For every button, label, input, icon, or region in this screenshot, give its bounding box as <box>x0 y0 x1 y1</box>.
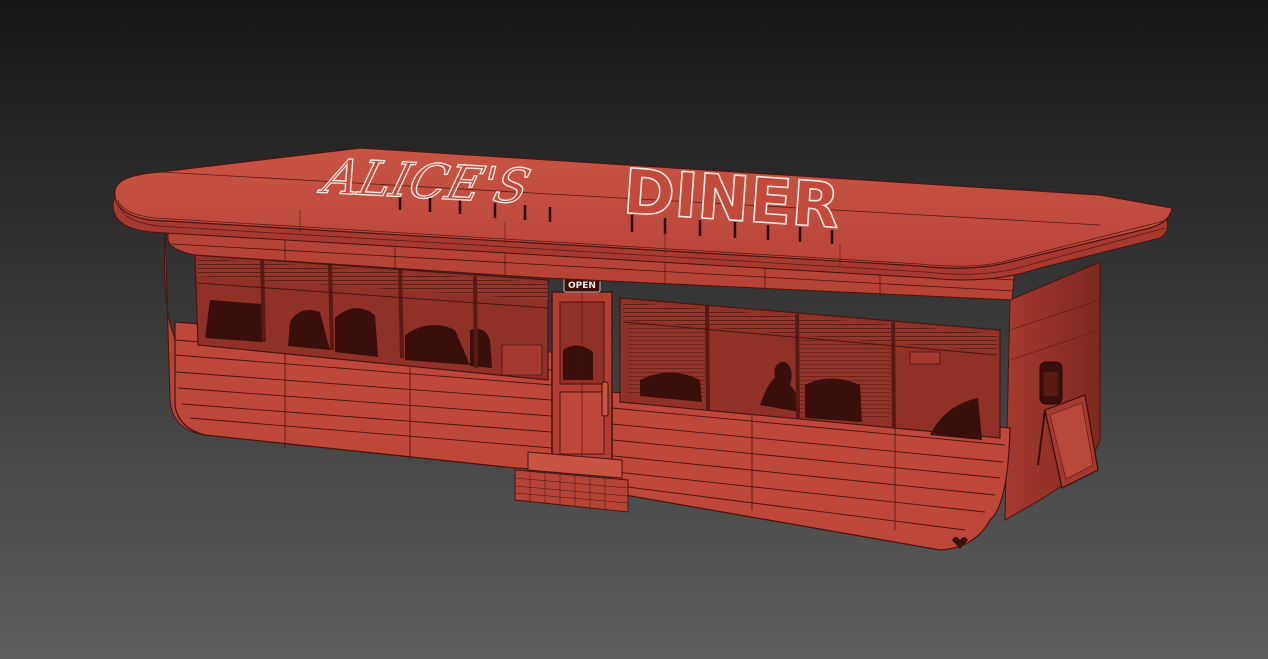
door-handle <box>601 381 609 417</box>
open-sign-text: OPEN <box>568 281 596 291</box>
front-door: OPEN <box>551 275 613 463</box>
sign-diner: DINER <box>621 155 842 243</box>
diner-model-render: OPEN ALICE'S DINER <box>0 0 1268 659</box>
sign-alices: ALICE'S <box>314 149 536 215</box>
3d-viewport[interactable]: OPEN ALICE'S DINER <box>0 0 1268 659</box>
